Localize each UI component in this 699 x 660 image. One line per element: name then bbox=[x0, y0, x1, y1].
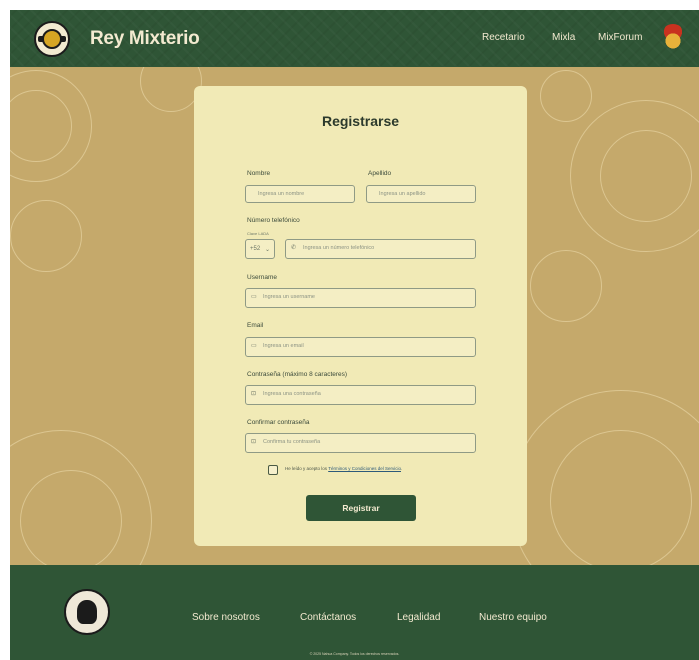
label-lada: Clave LADA bbox=[247, 231, 269, 236]
footer-link-contactanos[interactable]: Contáctanos bbox=[300, 612, 356, 623]
top-nav-bar: Rey Mixterio Recetario Mixla MixForum bbox=[10, 10, 699, 67]
terms-prefix: He leído y acepto los bbox=[285, 466, 329, 471]
username-input[interactable]: ▭ Ingresa un username bbox=[245, 288, 476, 308]
user-avatar-icon[interactable] bbox=[660, 24, 686, 50]
label-telefono: Número telefónico bbox=[247, 217, 300, 224]
footer-link-nuestro-equipo[interactable]: Nuestro equipo bbox=[479, 612, 547, 623]
label-email: Email bbox=[247, 322, 264, 329]
form-title: Registrarse bbox=[321, 113, 400, 129]
apellido-input[interactable]: Ingresa un apellido bbox=[366, 185, 476, 203]
label-nombre: Nombre bbox=[247, 170, 271, 177]
company-logo-mark bbox=[77, 600, 97, 624]
logo-badge-icon[interactable] bbox=[34, 21, 70, 57]
logo-inner bbox=[42, 29, 62, 49]
username-placeholder: Ingresa un username bbox=[263, 294, 315, 300]
terms-link[interactable]: Términos y Condiciones del Servicio bbox=[328, 466, 401, 471]
confirm-placeholder: Confirma tu contraseña bbox=[263, 439, 321, 445]
footer-link-sobre-nosotros[interactable]: Sobre nosotros bbox=[192, 612, 260, 623]
user-icon: ▭ bbox=[251, 294, 257, 300]
page: Rey Mixterio Recetario Mixla MixForum Re… bbox=[10, 10, 699, 660]
decor-circle bbox=[10, 90, 72, 162]
telefono-input[interactable]: ✆ Ingresa un número telefónico bbox=[285, 239, 476, 259]
decor-circle bbox=[10, 70, 92, 182]
chevron-down-icon: ⌄ bbox=[265, 247, 271, 253]
mail-icon: ▭ bbox=[251, 343, 257, 349]
nav-link-mixforum[interactable]: MixForum bbox=[598, 32, 642, 43]
decor-circle bbox=[540, 70, 592, 122]
apellido-placeholder: Ingresa un apellido bbox=[379, 191, 426, 197]
lada-value: +52 bbox=[250, 246, 261, 252]
lock-icon: ⊡ bbox=[251, 391, 257, 397]
company-logo-icon[interactable] bbox=[64, 589, 110, 635]
decor-circle bbox=[600, 130, 692, 222]
lada-select[interactable]: +52 ⌄ bbox=[245, 239, 275, 259]
brand-name[interactable]: Rey Mixterio bbox=[90, 28, 200, 50]
footer-link-legalidad[interactable]: Legalidad bbox=[397, 612, 440, 623]
email-placeholder: Ingresa un email bbox=[263, 343, 304, 349]
label-confirm: Confirmar contraseña bbox=[247, 419, 310, 426]
confirm-password-input[interactable]: ⊡ Confirma tu contraseña bbox=[245, 433, 476, 453]
footer: Sobre nosotros Contáctanos Legalidad Nue… bbox=[10, 565, 699, 660]
register-button[interactable]: Registrar bbox=[306, 495, 416, 521]
lock-icon: ⊡ bbox=[251, 439, 257, 445]
label-username: Username bbox=[247, 274, 277, 281]
password-placeholder: Ingresa una contraseña bbox=[263, 391, 321, 397]
nombre-placeholder: Ingresa un nombre bbox=[258, 191, 305, 197]
nombre-input[interactable]: Ingresa un nombre bbox=[245, 185, 355, 203]
decor-circle bbox=[530, 250, 602, 322]
email-input[interactable]: ▭ Ingresa un email bbox=[245, 337, 476, 357]
phone-icon: ✆ bbox=[291, 245, 297, 251]
copyright-text: © 2025 Nahua Company. Todos los derechos… bbox=[309, 652, 400, 656]
nav-link-recetario[interactable]: Recetario bbox=[482, 32, 525, 43]
label-apellido: Apellido bbox=[368, 170, 392, 177]
decor-circle bbox=[20, 470, 122, 572]
terms-text: He leído y acepto los Términos y Condici… bbox=[285, 466, 402, 471]
decor-circle bbox=[550, 430, 692, 572]
decor-circle bbox=[570, 100, 699, 252]
telefono-placeholder: Ingresa un número telefónico bbox=[303, 245, 375, 251]
nav-link-mixla[interactable]: Mixla bbox=[552, 32, 575, 43]
decor-circle bbox=[10, 200, 82, 272]
terms-suffix: . bbox=[400, 466, 403, 471]
terms-checkbox[interactable] bbox=[268, 465, 278, 475]
registration-card: Registrarse Nombre Apellido Ingresa un n… bbox=[194, 86, 527, 546]
label-password: Contraseña (máximo 8 caracteres) bbox=[247, 371, 348, 378]
password-input[interactable]: ⊡ Ingresa una contraseña bbox=[245, 385, 476, 405]
